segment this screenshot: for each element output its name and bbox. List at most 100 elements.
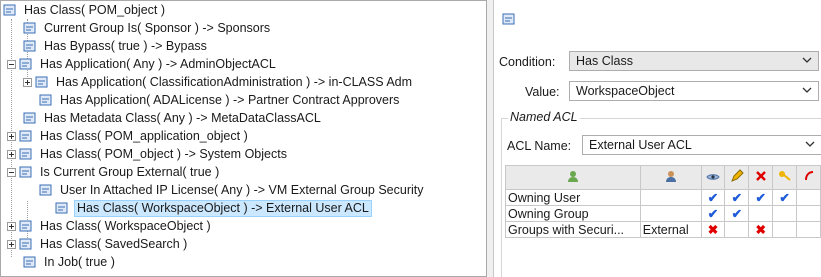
table-row[interactable]: Groups with Securi... External ✖ ✖ [505,221,821,238]
rule-node-icon [23,256,36,268]
deny-x-icon: ✖ [707,223,719,237]
permission-cell[interactable]: ✖ [748,221,774,238]
rule-detail-pane: Condition: Has Class Value: WorkspaceObj… [493,0,821,277]
id-cell [639,189,702,206]
acl-name-select[interactable]: External User ACL [582,135,821,155]
permission-cell[interactable]: ✔ [724,205,750,222]
rule-node-icon [19,166,32,178]
tree-item[interactable]: Has Class( POM_object ) -> System Object… [7,145,289,163]
accessor-cell: Groups with Securi... [505,221,641,238]
tree-item-label: Has Application( ClassificationAdministr… [56,75,413,89]
tree-item[interactable]: Has Application( ClassificationAdministr… [23,73,414,91]
rule-node-icon [35,76,48,88]
expand-icon[interactable] [7,239,16,249]
grant-check-icon: ✔ [707,191,719,205]
tree-item[interactable]: Has Class( POM_object ) [3,1,167,19]
tree-item[interactable]: Has Application( Any ) -> AdminObjectACL [7,55,278,73]
tree-item[interactable]: Current Group Is( Sponsor ) -> Sponsors [23,19,272,37]
column-header-delete[interactable] [748,165,774,190]
table-row[interactable]: Owning User ✔ ✔ ✔ ✔ [505,189,821,206]
tree-item-label: Is Current Group External( true ) [40,165,220,179]
tree-item-label: User In Attached IP License( Any ) -> VM… [60,183,424,197]
tree-item[interactable]: User In Attached IP License( Any ) -> VM… [39,181,425,199]
tree-item-label: Has Class( SavedSearch ) [40,237,188,251]
chevron-down-icon [802,57,812,63]
tree-item[interactable]: Has Metadata Class( Any ) -> MetaDataCla… [23,109,323,127]
permission-cell[interactable] [796,189,821,206]
permission-cell[interactable] [772,205,798,222]
condition-value: Has Class [576,54,633,68]
column-header-more[interactable] [796,165,821,190]
permission-cell[interactable]: ✔ [700,205,726,222]
grant-check-icon: ✔ [755,191,767,205]
rule-node-icon [39,184,52,196]
permission-cell[interactable]: ✔ [748,189,774,206]
grant-check-icon: ✔ [731,191,743,205]
permission-cell[interactable] [724,221,750,238]
tree-item-label: Has Class( POM_application_object ) [40,129,248,143]
tree-item-label: Has Application( Any ) -> AdminObjectACL [40,57,276,71]
condition-select[interactable]: Has Class [569,51,819,71]
expand-icon[interactable] [7,149,16,159]
permission-cell[interactable] [748,205,774,222]
rule-node-icon [19,130,32,142]
rule-node-icon [55,202,68,214]
tree-item[interactable]: Has Bypass( true ) -> Bypass [23,37,209,55]
tree-item[interactable]: Has Class( WorkspaceObject ) [7,217,213,235]
expand-icon[interactable] [7,221,16,231]
grant-check-icon: ✔ [731,207,743,221]
permission-cell[interactable] [796,205,821,222]
id-cell: External [639,221,702,238]
column-header-write[interactable] [724,165,750,190]
column-header-change[interactable] [772,165,798,190]
tree-item[interactable]: Has Class( SavedSearch ) [7,235,189,253]
tree-item[interactable]: In Job( true ) [23,253,117,271]
user-icon [665,171,676,182]
rule-node-icon [3,4,16,16]
acl-rule-tree[interactable]: Has Class( POM_object ) Current Group Is… [0,0,487,277]
read-icon [706,173,720,180]
tree-item[interactable]: Is Current Group External( true ) [7,163,221,181]
table-row[interactable]: Owning Group ✔ ✔ [505,205,821,222]
permission-cell[interactable]: ✔ [724,189,750,206]
rule-node-icon [19,148,32,160]
tree-item-label: Has Metadata Class( Any ) -> MetaDataCla… [44,111,321,125]
collapse-icon[interactable] [7,59,16,69]
tree-item[interactable]: Has Application( ADALicense ) -> Partner… [39,91,401,109]
chevron-down-icon [805,141,815,147]
permission-cell[interactable] [796,221,821,238]
value-select[interactable]: WorkspaceObject [569,81,819,101]
permission-cell[interactable]: ✖ [700,221,726,238]
permission-cell[interactable] [772,221,798,238]
tree-item-label: Has Bypass( true ) -> Bypass [44,39,207,53]
rule-node-icon [19,238,32,250]
column-header-read[interactable] [700,165,726,190]
column-header-accessor[interactable] [505,165,641,190]
tree-item-label: Has Class( WorkspaceObject ) [40,219,211,233]
write-icon [731,169,744,182]
tree-item-label: Has Class( WorkspaceObject ) -> External… [74,199,372,217]
rule-node-icon [19,220,32,232]
rule-node-icon [23,40,36,52]
permission-cell[interactable]: ✔ [772,189,798,206]
accessor-icon [567,171,578,182]
tree-item-label: In Job( true ) [44,255,115,269]
value-label: Value: [525,85,560,99]
column-header-id[interactable] [639,165,702,190]
deny-x-icon: ✖ [755,223,767,237]
table-header-row [505,165,821,190]
expand-icon[interactable] [23,77,32,87]
tree-item[interactable]: Has Class( POM_application_object ) [7,127,250,145]
tree-item-selected[interactable]: Has Class( WorkspaceObject ) -> External… [55,199,372,217]
tree-item-label: Has Class( POM_object ) -> System Object… [40,147,287,161]
acl-entries-table[interactable]: Owning User ✔ ✔ ✔ ✔ Owning Group ✔ ✔ Gro… [505,165,821,238]
acl-name-value: External User ACL [589,138,692,152]
arrow-icon [804,171,813,181]
chevron-down-icon [802,87,812,93]
expand-icon[interactable] [7,131,16,141]
named-acl-title: Named ACL [508,110,580,124]
rule-node-icon [19,58,32,70]
collapse-icon[interactable] [7,167,16,177]
permission-cell[interactable]: ✔ [700,189,726,206]
accessor-cell: Owning User [505,189,641,206]
